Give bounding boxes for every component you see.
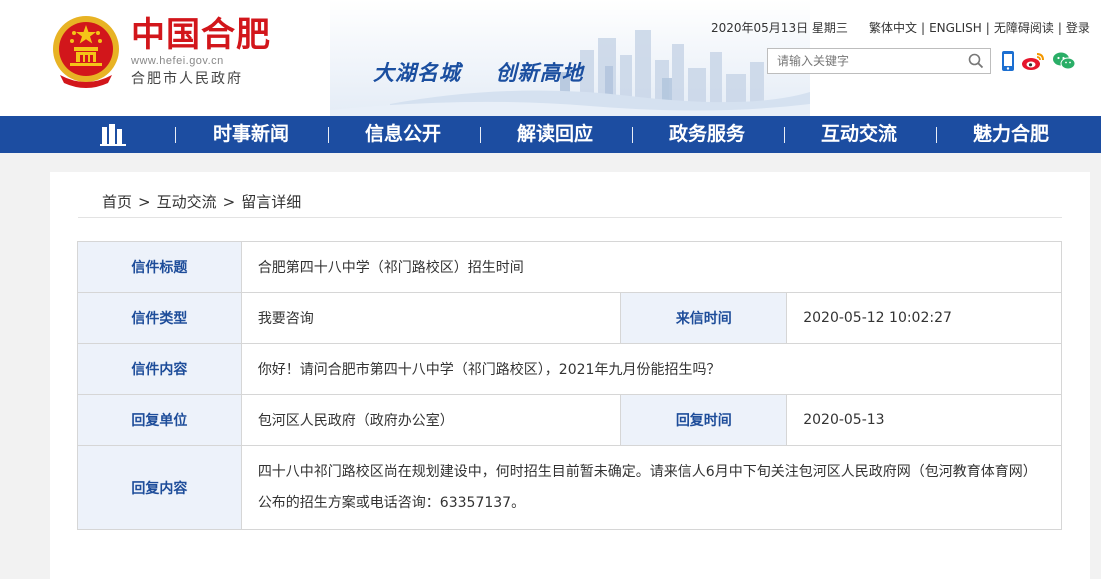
breadcrumb-section[interactable]: 互动交流: [157, 193, 217, 211]
site-subtitle: 合肥市人民政府: [131, 71, 243, 87]
nav-item-charm-hefei[interactable]: 魅力合肥: [973, 116, 1049, 153]
slogan-part-2: 创新高地: [495, 60, 584, 85]
link-english[interactable]: ENGLISH: [929, 21, 982, 35]
table-row: 信件类型 我要咨询 来信时间 2020-05-12 10:02:27: [77, 292, 1062, 344]
letter-detail-table: 信件标题 合肥第四十八中学（祁门路校区）招生时间 信件类型 我要咨询 来信时间 …: [77, 241, 1063, 530]
letter-type-value: 我要咨询: [240, 292, 622, 344]
breadcrumb: 首页 > 互动交流 > 留言详细: [102, 191, 301, 212]
site-url: www.hefei.gov.cn: [131, 55, 224, 67]
table-row: 回复内容 四十八中祁门路校区尚在规划建设中，何时招生目前暂未确定。请来信人6月中…: [77, 445, 1063, 530]
letter-title-label: 信件标题: [77, 241, 242, 293]
nav-divider: [936, 127, 937, 143]
mobile-site-button[interactable]: [996, 50, 1020, 72]
search-box: [767, 48, 991, 74]
table-row: 回复单位 包河区人民政府（政府办公室） 回复时间 2020-05-13: [77, 394, 1062, 446]
breadcrumb-home[interactable]: 首页: [102, 193, 132, 211]
home-icon[interactable]: [99, 123, 129, 147]
nav-item-info-disclosure[interactable]: 信息公开: [365, 116, 441, 153]
nav-item-interaction[interactable]: 互动交流: [821, 116, 897, 153]
nav-divider: [784, 127, 785, 143]
reply-unit-value: 包河区人民政府（政府办公室）: [240, 394, 622, 446]
table-row: 信件标题 合肥第四十八中学（祁门路校区）招生时间: [77, 241, 1063, 293]
table-row: 信件内容 你好！请问合肥市第四十八中学（祁门路校区），2021年九月份能招生吗？: [77, 343, 1063, 395]
breadcrumb-current: 留言详细: [241, 193, 302, 211]
national-emblem-icon: [53, 16, 119, 88]
letter-type-label: 信件类型: [77, 292, 242, 344]
slogan: 大湖名城 创新高地: [373, 57, 584, 87]
breadcrumb-divider: [78, 217, 1062, 218]
letter-content-label: 信件内容: [77, 343, 242, 395]
nav-divider: [175, 127, 176, 143]
main-nav: 时事新闻 信息公开 解读回应 政务服务 互动交流 魅力合肥: [0, 116, 1101, 153]
reply-content-label: 回复内容: [77, 445, 242, 530]
site-logo-text[interactable]: 中国合肥: [131, 16, 271, 54]
slogan-part-1: 大湖名城: [373, 60, 461, 85]
search-input[interactable]: [768, 49, 962, 73]
nav-divider: [632, 127, 633, 143]
nav-item-news[interactable]: 时事新闻: [213, 116, 289, 153]
letter-title-value: 合肥第四十八中学（祁门路校区）招生时间: [240, 241, 1063, 293]
nav-divider: [480, 127, 481, 143]
link-accessibility[interactable]: 无障碍阅读: [994, 21, 1054, 35]
nav-item-interpretation[interactable]: 解读回应: [517, 116, 593, 153]
wechat-button[interactable]: [1052, 50, 1076, 72]
link-login[interactable]: 登录: [1066, 21, 1090, 35]
breadcrumb-separator: >: [138, 193, 151, 211]
top-links: 繁体中文 | ENGLISH | 无障碍阅读 | 登录: [869, 21, 1090, 35]
current-date: 2020年05月13日 星期三: [711, 21, 848, 35]
reply-content-value: 四十八中祁门路校区尚在规划建设中，何时招生目前暂未确定。请来信人6月中下旬关注包…: [240, 445, 1063, 530]
link-traditional-chinese[interactable]: 繁体中文: [869, 21, 917, 35]
weibo-button[interactable]: [1021, 50, 1045, 72]
weibo-icon: [1022, 53, 1044, 70]
letter-content-value: 你好！请问合肥市第四十八中学（祁门路校区），2021年九月份能招生吗？: [240, 343, 1063, 395]
nav-divider: [328, 127, 329, 143]
reply-unit-label: 回复单位: [77, 394, 242, 446]
reply-time-label: 回复时间: [620, 394, 788, 446]
breadcrumb-separator: >: [222, 193, 236, 211]
received-time-value: 2020-05-12 10:02:27: [786, 292, 1062, 344]
search-icon: [968, 53, 984, 69]
received-time-label: 来信时间: [620, 292, 788, 344]
nav-item-gov-services[interactable]: 政务服务: [669, 116, 745, 153]
search-button[interactable]: [962, 49, 990, 73]
site-header: 中国合肥 www.hefei.gov.cn 合肥市人民政府 大湖名城 创新高地 …: [0, 0, 1101, 116]
wechat-icon: [1053, 52, 1076, 70]
mobile-phone-icon: [1002, 51, 1014, 71]
reply-time-value: 2020-05-13: [786, 394, 1062, 446]
